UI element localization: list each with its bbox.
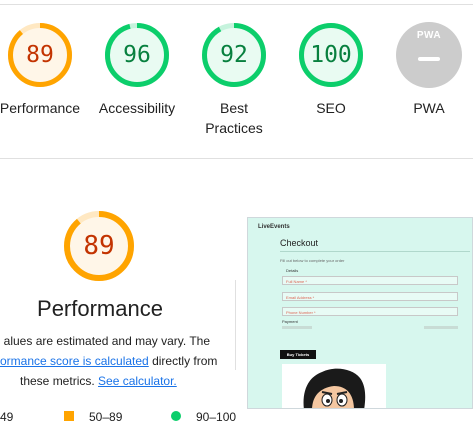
performance-large-score: 89 [83,231,115,261]
performance-score-calculated-link[interactable]: ormance score is calculated [0,354,149,368]
screenshot-buy-button: Buy Tickets [280,350,316,359]
legend-average-range: 50–89 [89,410,123,424]
screenshot-brand: LiveEvents [258,224,290,230]
perf-description-line1: alues are estimated and may vary. The [3,334,210,348]
vertical-separator [235,280,236,370]
pass-circle-icon [171,411,181,421]
screenshot-phone-field: Phone Number * [282,307,458,316]
performance-label[interactable]: Performance [0,98,83,118]
performance-heading: Performance [37,296,163,321]
final-screenshot-thumbnail[interactable]: LiveEvents Checkout Fill out below to co… [247,217,473,409]
accessibility-score: 96 [123,42,151,68]
best-practices-label[interactable]: Best Practices [194,98,274,138]
pwa-badge[interactable]: PWA [396,22,462,88]
seo-score: 100 [310,42,352,68]
best-practices-label-line1: Best [219,100,248,116]
legend-fail-range: 49 [0,410,14,424]
see-calculator-link[interactable]: See calculator. [98,374,177,388]
legend-fail: 49 [0,410,13,424]
screenshot-instruction: Fill out below to complete your order [280,258,345,263]
performance-large-gauge: 89 [63,210,135,282]
pwa-label[interactable]: PWA [389,98,469,118]
perf-description-line2: ormance score is calculated directly fro… [0,351,217,371]
legend-pass-range: 90–100 [196,410,237,424]
top-divider [0,4,473,5]
mascot-illustration [303,368,366,408]
pwa-badge-text: PWA [416,30,442,41]
best-practices-score: 92 [220,42,248,68]
screenshot-heading: Checkout [280,238,319,248]
screenshot-card-placeholder [282,326,312,329]
screenshot-fullname-field: Full Name * [282,276,458,285]
accessibility-label[interactable]: Accessibility [87,98,187,118]
perf-description-line3: these metrics. See calculator. [20,371,177,391]
best-practices-label-line2: Practices [205,120,263,136]
screenshot-rule [280,251,470,252]
perf-description-line2-rest: directly from [148,354,218,368]
screenshot-card-date-placeholder [424,326,458,329]
screenshot-payment-label: Payment [282,319,298,324]
perf-description-line3-text: these metrics. [20,374,99,388]
screenshot-details-label: Details [286,268,299,273]
section-divider [0,158,473,159]
seo-gauge[interactable]: 100 [298,22,364,88]
seo-label[interactable]: SEO [291,98,371,118]
average-square-icon [64,411,74,421]
accessibility-gauge[interactable]: 96 [104,22,170,88]
performance-score: 89 [26,42,54,68]
performance-gauge[interactable]: 89 [7,22,73,88]
screenshot-email-field: Email Address * [282,292,458,301]
best-practices-gauge[interactable]: 92 [201,22,267,88]
screenshot-mascot-image [282,364,386,408]
pwa-minus-icon [418,57,440,61]
